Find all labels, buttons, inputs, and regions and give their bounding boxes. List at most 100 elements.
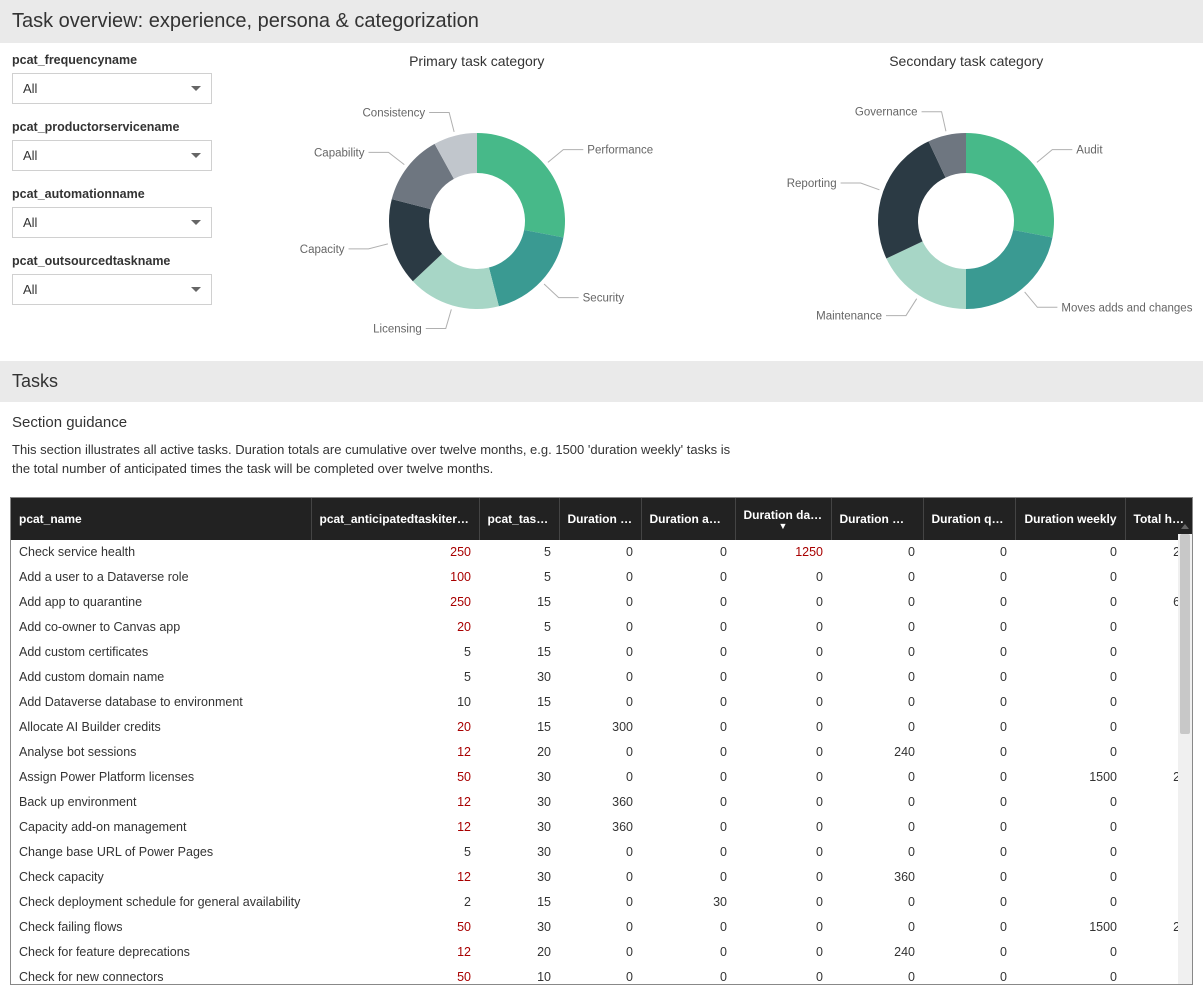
column-header[interactable]: Duration weekly <box>1015 498 1125 540</box>
table-row[interactable]: Check service health250500125000021 <box>11 540 1193 565</box>
table-cell: 0 <box>559 615 641 640</box>
donut-label: Consistency <box>362 108 425 120</box>
filter-dropdown-2[interactable]: All <box>12 207 212 238</box>
table-cell: Check service health <box>11 540 311 565</box>
table-row[interactable]: Add custom domain name5300000000 <box>11 665 1193 690</box>
chevron-down-icon <box>191 153 201 158</box>
table-cell: 0 <box>559 840 641 865</box>
table-cell: 0 <box>641 965 735 985</box>
table-row[interactable]: Check deployment schedule for general av… <box>11 890 1193 915</box>
table-cell: 0 <box>735 740 831 765</box>
table-cell: 0 <box>831 690 923 715</box>
chevron-down-icon <box>191 86 201 91</box>
table-cell: 0 <box>641 690 735 715</box>
table-cell: 50 <box>311 765 479 790</box>
donut-segment-reporting[interactable] <box>878 141 946 258</box>
table-cell: 0 <box>641 715 735 740</box>
table-row[interactable]: Change base URL of Power Pages5300000000 <box>11 840 1193 865</box>
table-cell: 15 <box>479 890 559 915</box>
table-cell: 10 <box>311 690 479 715</box>
donut-segment-audit[interactable] <box>966 133 1054 237</box>
filter-label: pcat_automationname <box>12 187 212 201</box>
donut-segment-security[interactable] <box>489 230 564 306</box>
table-row[interactable]: Add custom certificates5150000000 <box>11 640 1193 665</box>
table-cell: 1250 <box>735 540 831 565</box>
table-cell: 0 <box>641 615 735 640</box>
table-cell: 0 <box>1015 565 1125 590</box>
table-cell: 0 <box>559 690 641 715</box>
table-cell: 0 <box>641 940 735 965</box>
donut-chart[interactable]: AuditMoves adds and changesMaintenanceRe… <box>776 81 1156 341</box>
table-row[interactable]: Add Dataverse database to environment101… <box>11 690 1193 715</box>
table-cell: 5 <box>479 565 559 590</box>
table-cell: 0 <box>831 640 923 665</box>
table-row[interactable]: Check for new connectors50100000008 <box>11 965 1193 985</box>
table-row[interactable]: Check capacity1230000360006 <box>11 865 1193 890</box>
table-cell: 0 <box>735 815 831 840</box>
table-cell: Analyse bot sessions <box>11 740 311 765</box>
table-cell: 0 <box>923 690 1015 715</box>
table-cell: 0 <box>559 940 641 965</box>
table-cell: 0 <box>923 640 1015 665</box>
table-cell: 0 <box>735 940 831 965</box>
table-row[interactable]: Check for feature deprecations1220000240… <box>11 940 1193 965</box>
table-row[interactable]: Analyse bot sessions1220000240004 <box>11 740 1193 765</box>
table-cell: Check capacity <box>11 865 311 890</box>
table-row[interactable]: Assign Power Platform licenses5030000001… <box>11 765 1193 790</box>
donut-label: Licensing <box>373 324 422 336</box>
table-cell: 0 <box>1015 965 1125 985</box>
donut-segment-performance[interactable] <box>477 133 565 237</box>
table-row[interactable]: Back up environment1230360000006 <box>11 790 1193 815</box>
scrollbar-thumb[interactable] <box>1180 534 1190 734</box>
donut-label: Governance <box>855 107 918 119</box>
filter-dropdown-3[interactable]: All <box>12 274 212 305</box>
table-cell: 0 <box>831 590 923 615</box>
table-cell: 30 <box>479 865 559 890</box>
chart-title: Primary task category <box>252 53 702 69</box>
column-header[interactable]: Duration quarterly <box>923 498 1015 540</box>
table-cell: 5 <box>311 640 479 665</box>
donut-segment-moves-adds-and-changes[interactable] <box>966 230 1052 309</box>
table-cell: 0 <box>831 840 923 865</box>
table-row[interactable]: Allocate AI Builder credits2015300000005 <box>11 715 1193 740</box>
table-row[interactable]: Add a user to a Dataverse role1005000000… <box>11 565 1193 590</box>
table-row[interactable]: Add app to quarantine2501500000063 <box>11 590 1193 615</box>
filter-value: All <box>23 81 37 96</box>
table-scrollbar[interactable] <box>1178 534 1192 984</box>
table-cell: 12 <box>311 740 479 765</box>
scroll-up-icon[interactable] <box>1178 520 1192 534</box>
table-cell: 0 <box>1015 540 1125 565</box>
table-cell: 240 <box>831 940 923 965</box>
column-header[interactable]: Duration ad-hoc <box>559 498 641 540</box>
table-cell: 0 <box>559 865 641 890</box>
column-header[interactable]: Duration monthly <box>831 498 923 540</box>
table-row[interactable]: Check failing flows503000000150025 <box>11 915 1193 940</box>
column-header[interactable]: Duration daily▼ <box>735 498 831 540</box>
table-cell: 2 <box>311 890 479 915</box>
filter-dropdown-1[interactable]: All <box>12 140 212 171</box>
table-cell: 10 <box>479 965 559 985</box>
table-cell: 0 <box>559 765 641 790</box>
table-cell: 0 <box>735 690 831 715</box>
table-cell: 0 <box>831 540 923 565</box>
table-cell: 5 <box>311 665 479 690</box>
donut-chart[interactable]: PerformanceSecurityLicensingCapacityCapa… <box>287 81 667 341</box>
table-cell: 0 <box>559 740 641 765</box>
table-cell: 0 <box>735 640 831 665</box>
table-row[interactable]: Add co-owner to Canvas app2050000002 <box>11 615 1193 640</box>
column-header[interactable]: pcat_name <box>11 498 311 540</box>
table-cell: 12 <box>311 815 479 840</box>
filter-dropdown-0[interactable]: All <box>12 73 212 104</box>
table-cell: 0 <box>1015 690 1125 715</box>
table-cell: 0 <box>1015 815 1125 840</box>
table-cell: 250 <box>311 590 479 615</box>
table-row[interactable]: Capacity add-on management1230360000006 <box>11 815 1193 840</box>
table-cell: 0 <box>923 540 1015 565</box>
donut-label: Performance <box>587 145 653 157</box>
table-cell: 20 <box>479 740 559 765</box>
column-header[interactable]: Duration annually <box>641 498 735 540</box>
column-header[interactable]: pcat_anticipatedtaskiteratio... <box>311 498 479 540</box>
tasks-table[interactable]: pcat_namepcat_anticipatedtaskiteratio...… <box>11 498 1193 985</box>
column-header[interactable]: pcat_taskduration <box>479 498 559 540</box>
table-cell: 0 <box>1015 790 1125 815</box>
